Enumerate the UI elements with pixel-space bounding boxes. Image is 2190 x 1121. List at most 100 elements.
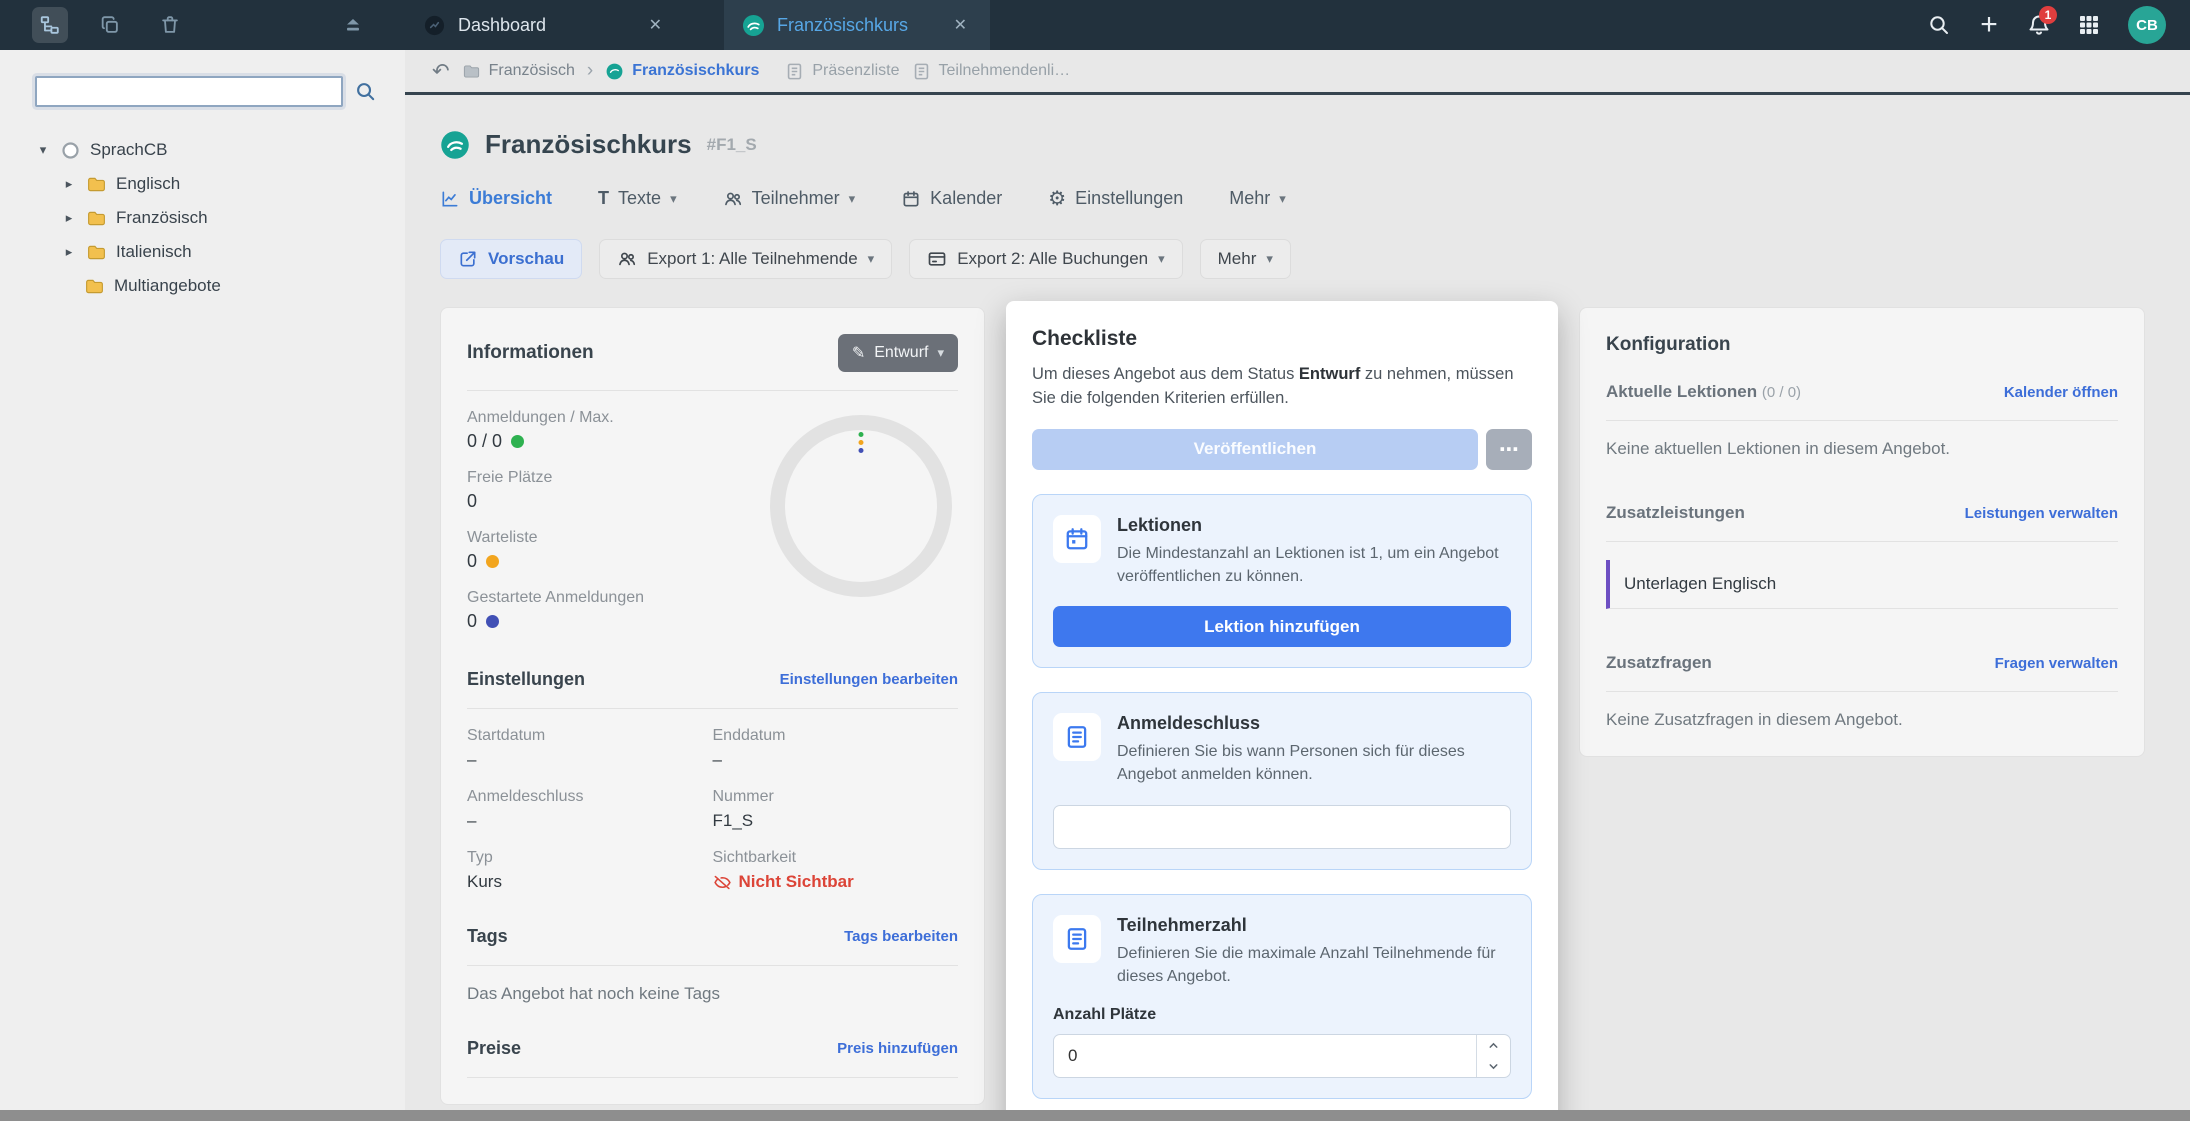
section-title: Zusatzleistungen [1606,503,1745,523]
tab-einstellungen[interactable]: ⚙ Einstellungen [1048,188,1183,209]
text-icon: T [598,188,609,209]
tree-item-sprachcb[interactable]: ▾ SprachCB [35,133,377,167]
close-icon[interactable]: ✕ [949,12,972,38]
panel-title: Checkliste [1032,327,1532,351]
status-dropdown[interactable]: ✎ Entwurf ▾ [838,334,958,372]
calendar-icon [901,189,921,209]
konfiguration-card: Konfiguration Aktuelle Lektionen (0 / 0)… [1579,307,2145,757]
organization-icon [60,140,81,161]
anzahl-plaetze-label: Anzahl Plätze [1053,1006,1511,1024]
export1-button[interactable]: Export 1: Alle Teilnehmende ▾ [599,239,892,279]
notifications-bell-icon[interactable]: 1 [2020,6,2058,44]
preis-hinzufuegen-link[interactable]: Preis hinzufügen [837,1040,958,1057]
course-icon [605,62,624,81]
export2-button[interactable]: Export 2: Alle Buchungen ▾ [909,239,1182,279]
close-icon[interactable]: ✕ [644,12,667,38]
stepper-up-icon[interactable] [1477,1035,1510,1056]
tree-item-label: SprachCB [90,140,167,160]
tab-uebersicht[interactable]: Übersicht [440,188,552,209]
anzahl-plaetze-input[interactable] [1053,1034,1511,1078]
stat-anmeldungen: Anmeldungen / Max. 0 / 0 [467,409,770,452]
back-icon[interactable]: ↶ [432,61,450,82]
lektionen-empty-text: Keine aktuellen Lektionen in diesem Ange… [1606,439,2118,459]
stepper-down-icon[interactable] [1477,1056,1510,1077]
chevron-down-icon[interactable]: ▾ [35,142,51,158]
stat-freie-plaetze: Freie Plätze 0 [467,469,770,512]
leistungen-verwalten-link[interactable]: Leistungen verwalten [1965,505,2118,522]
fragen-verwalten-link[interactable]: Fragen verwalten [1995,655,2118,672]
tab-teilnehmer[interactable]: Teilnehmer ▾ [723,188,856,209]
breadcrumb: ↶ Französisch › Französischkurs Präsenzl… [405,50,2190,95]
pencil-icon: ✎ [852,343,865,363]
tab-kalender[interactable]: Kalender [901,188,1002,209]
folder-icon [86,208,107,229]
tab-texte[interactable]: T Texte ▾ [598,188,677,209]
fragen-empty-text: Keine Zusatzfragen in diesem Angebot. [1606,710,2118,730]
topbar-tools [0,0,405,50]
list-icon [785,62,804,81]
tree-item-englisch[interactable]: ▸ Englisch [35,167,377,201]
course-icon [440,130,470,160]
stat-gestartete-anmeldungen: Gestartete Anmeldungen 0 [467,589,770,632]
chevron-right-icon[interactable]: ▸ [61,176,77,192]
section-title: Tags [467,926,508,947]
apps-grid-icon[interactable] [2070,6,2108,44]
search-icon[interactable] [1920,6,1958,44]
list-icon [1053,713,1101,761]
breadcrumb-teilnehmendenliste[interactable]: Teilnehmendenli… [912,62,1071,81]
external-link-icon [458,249,478,269]
tree-item-italienisch[interactable]: ▸ Italienisch [35,235,377,269]
status-dot [486,615,499,628]
sidebar: ▾ SprachCB ▸ Englisch ▸ Französisch [0,50,405,1121]
divider [467,390,958,391]
dashboard-icon [423,14,446,37]
topbar-actions: + 1 CB [1920,0,2190,50]
checklist-item-teilnehmerzahl: Teilnehmerzahl Definieren Sie die maxima… [1032,894,1532,1099]
action-toolbar: Vorschau Export 1: Alle Teilnehmende ▾ E… [440,239,2151,279]
breadcrumb-folder[interactable]: Französisch [462,62,575,81]
folder-icon [462,62,481,81]
tree-item-multiangebote[interactable]: Multiangebote [35,269,377,303]
tab-franzoesischkurs[interactable]: Französischkurs ✕ [724,0,990,50]
checklist-item-lektionen: Lektionen Die Mindestanzahl an Lektionen… [1032,494,1532,668]
more-options-button[interactable]: ⋯ [1486,429,1532,470]
checklist-intro: Um dieses Angebot aus dem Status Entwurf… [1032,363,1532,411]
folder-icon [86,174,107,195]
checklist-item-anmeldeschluss: Anmeldeschluss Definieren Sie bis wann P… [1032,692,1532,869]
horizontal-scrollbar[interactable] [0,1110,2190,1121]
tree-item-franzoesisch[interactable]: ▸ Französisch [35,201,377,235]
more-actions-button[interactable]: Mehr ▾ [1200,239,1291,279]
kalender-oeffnen-link[interactable]: Kalender öffnen [2004,384,2118,401]
anmeldeschluss-input[interactable] [1053,805,1511,849]
tab-mehr[interactable]: Mehr ▾ [1229,188,1286,209]
sidebar-search-icon[interactable] [354,80,377,103]
page-content: Französischkurs #F1_S Übersicht T Texte … [405,95,2190,1121]
chevron-right-icon[interactable]: ▸ [61,244,77,260]
lektion-hinzufuegen-button[interactable]: Lektion hinzufügen [1053,606,1511,647]
chevron-down-icon: ▾ [1158,251,1165,267]
eye-off-icon [713,873,732,892]
sidebar-search-input[interactable] [35,76,343,107]
panel-toggle-icon[interactable] [335,7,371,43]
publish-button[interactable]: Veröffentlichen [1032,429,1478,470]
card-title: Informationen [467,342,594,364]
avatar[interactable]: CB [2128,6,2166,44]
field-enddatum: Enddatum – [713,727,959,770]
breadcrumb-praesenzliste[interactable]: Präsenzliste [785,62,899,81]
copy-icon[interactable] [92,7,128,43]
list-icon [912,62,931,81]
zusatzleistung-item[interactable]: Unterlagen Englisch [1606,560,2118,609]
divider [1606,691,2118,692]
informationen-card: Informationen ✎ Entwurf ▾ Anmeldungen / … [440,307,985,1105]
preview-button[interactable]: Vorschau [440,239,582,279]
status-dot [486,555,499,568]
tree-view-icon[interactable] [32,7,68,43]
tags-bearbeiten-link[interactable]: Tags bearbeiten [844,928,958,945]
add-icon[interactable]: + [1970,6,2008,44]
field-nummer: Nummer F1_S [713,788,959,831]
tab-dashboard[interactable]: Dashboard ✕ [405,0,685,50]
chevron-right-icon[interactable]: ▸ [61,210,77,226]
breadcrumb-current[interactable]: Französischkurs [605,62,759,81]
trash-icon[interactable] [152,7,188,43]
einstellungen-bearbeiten-link[interactable]: Einstellungen bearbeiten [780,671,958,688]
